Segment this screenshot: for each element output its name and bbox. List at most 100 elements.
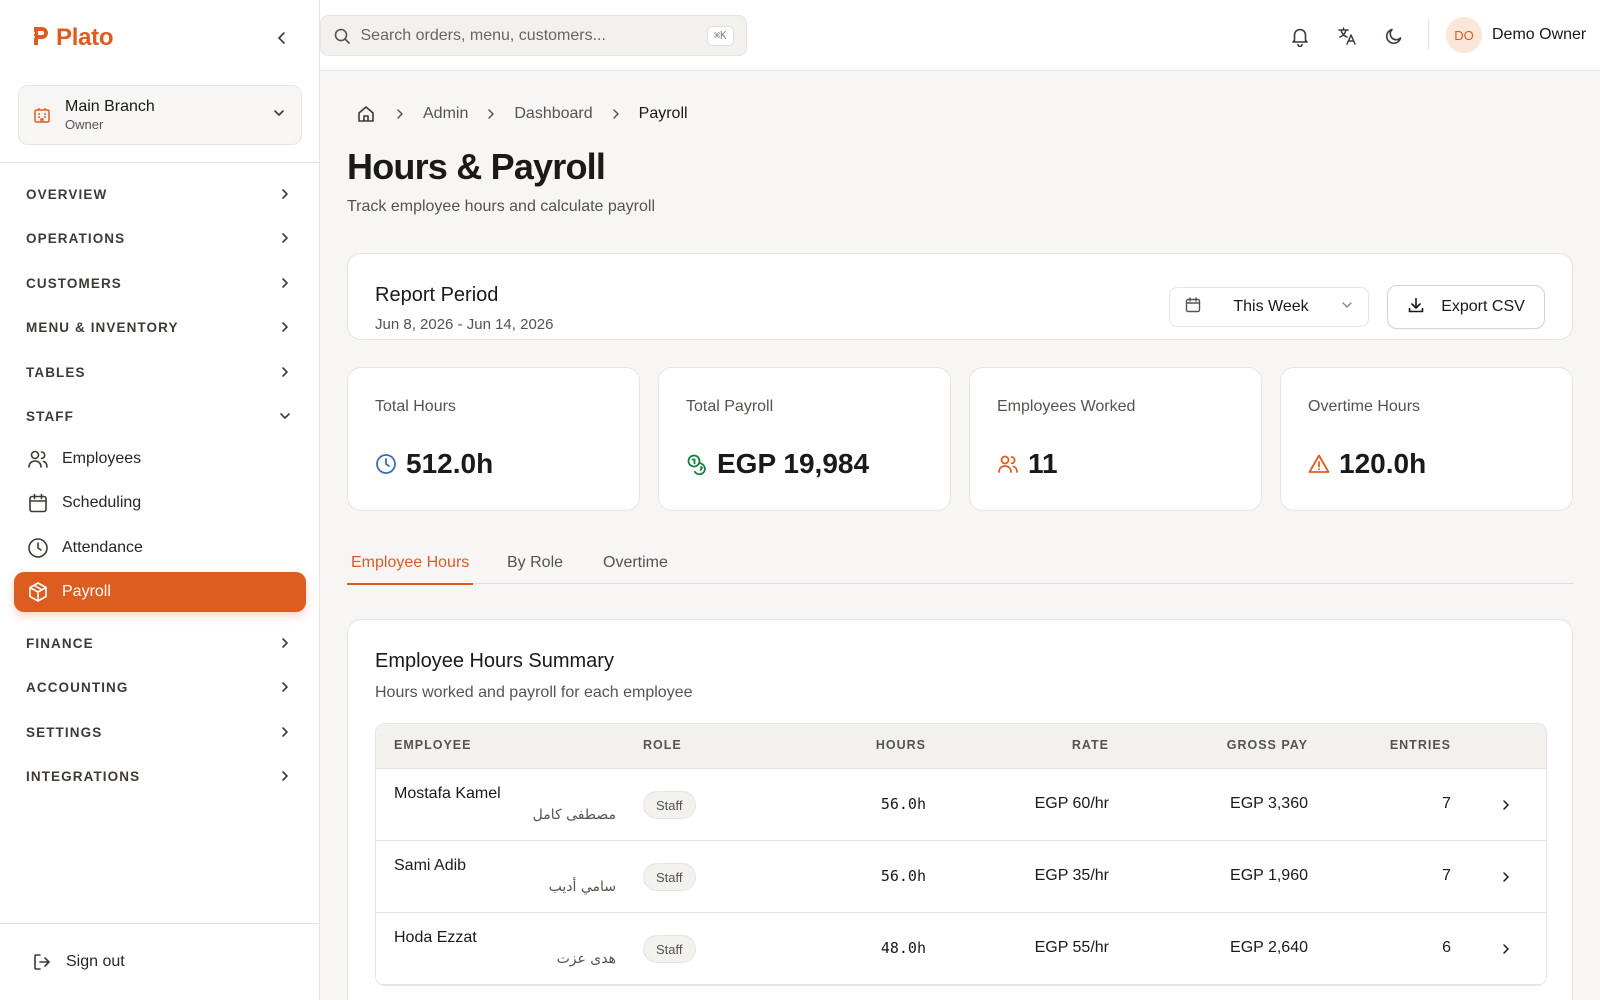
home-icon[interactable] [355, 103, 377, 125]
nav-section-menu-inventory[interactable]: MENU & INVENTORY [14, 307, 306, 347]
entries-value: 6 [1442, 939, 1451, 956]
entries-value: 7 [1442, 795, 1451, 812]
report-period-range: Jun 8, 2026 - Jun 14, 2026 [375, 316, 554, 333]
chevron-right-icon[interactable] [1496, 867, 1516, 887]
user-name: Demo Owner [1492, 26, 1587, 43]
role-badge: Staff [643, 863, 696, 891]
tab-by-role[interactable]: By Role [503, 542, 567, 584]
translate-icon [1338, 27, 1356, 45]
period-select-value: This Week [1233, 298, 1309, 315]
period-select[interactable]: This Week [1169, 287, 1369, 327]
collapse-sidebar-button[interactable] [270, 26, 294, 50]
column-employee: EMPLOYEE [394, 738, 472, 752]
nav-section-tables[interactable]: TABLES [14, 352, 306, 392]
table-row[interactable]: Sami Adib سامي أديب Staff 56.0h EGP 35/h… [376, 841, 1546, 913]
download-icon [1407, 296, 1425, 319]
chevron-right-icon [276, 274, 294, 292]
notifications-button[interactable] [1288, 24, 1312, 48]
report-period-title: Report Period [375, 284, 499, 306]
stat-value: 11 [1028, 448, 1058, 479]
tabs: Employee Hours By Role Overtime [347, 542, 1573, 585]
page-subtitle: Track employee hours and calculate payro… [347, 198, 656, 215]
nav-section-overview[interactable]: OVERVIEW [14, 174, 306, 214]
clock-icon [375, 453, 397, 475]
employee-name: Sami Adib [394, 857, 467, 874]
branch-selector[interactable]: Main Branch Owner [18, 85, 302, 145]
clock-icon [26, 536, 50, 560]
user-menu[interactable]: DO Demo Owner [1446, 17, 1586, 53]
users-icon [997, 453, 1019, 475]
chevron-right-icon [276, 767, 294, 785]
sidebar-item-attendance[interactable]: Attendance [14, 528, 306, 568]
tab-overtime[interactable]: Overtime [599, 542, 672, 584]
search-shortcut: ⌘K [706, 25, 734, 46]
table-row[interactable]: Mostafa Kamel مصطفى كامل Staff 56.0h EGP… [376, 769, 1546, 841]
table-row[interactable]: Hoda Ezzat هدى عزت Staff 48.0h EGP 55/hr… [376, 913, 1546, 985]
gross-pay-value: EGP 2,640 [1230, 939, 1308, 956]
sidebar-item-payroll[interactable]: Payroll [14, 572, 306, 612]
nav-section-label: INTEGRATIONS [26, 768, 141, 784]
hours-value: 56.0h [880, 867, 926, 885]
nav-section-finance[interactable]: FINANCE [14, 623, 306, 663]
breadcrumb: Admin Dashboard Payroll [355, 100, 688, 128]
nav-section-label: ACCOUNTING [26, 679, 129, 695]
chevron-right-icon [276, 634, 294, 652]
nav-section-label: SETTINGS [26, 724, 103, 740]
employee-name-arabic: مصطفى كامل [532, 807, 616, 823]
users-icon [26, 447, 50, 471]
nav-section-staff[interactable]: STAFF [14, 396, 306, 436]
breadcrumb-admin[interactable]: Admin [423, 105, 468, 123]
column-role: ROLE [643, 738, 682, 752]
stat-card-total-hours: Total Hours 512.0h [347, 367, 640, 511]
nav-section-label: CUSTOMERS [26, 275, 122, 291]
export-csv-button[interactable]: Export CSV [1387, 285, 1545, 329]
theme-toggle-button[interactable] [1382, 24, 1406, 48]
sign-out-button[interactable]: Sign out [18, 942, 137, 982]
hours-value: 48.0h [880, 939, 926, 957]
language-button[interactable] [1335, 24, 1359, 48]
table-header: EMPLOYEE ROLE HOURS RATE GROSS PAY ENTRI… [376, 724, 1546, 769]
tab-employee-hours[interactable]: Employee Hours [347, 542, 474, 585]
rate-value: EGP 35/hr [1034, 867, 1109, 884]
chevron-right-icon [276, 723, 294, 741]
chevron-right-icon [605, 103, 627, 125]
employee-name-arabic: هدى عزت [556, 951, 616, 967]
stat-label: Overtime Hours [1308, 398, 1421, 415]
nav-section-integrations[interactable]: INTEGRATIONS [14, 756, 306, 796]
stat-label: Total Hours [375, 398, 456, 415]
chevron-right-icon [276, 185, 294, 203]
search-box[interactable]: ⌘K [319, 15, 747, 56]
avatar: DO [1446, 17, 1482, 53]
search-icon [333, 27, 351, 45]
breadcrumb-dashboard[interactable]: Dashboard [514, 105, 592, 123]
nav-section-operations[interactable]: OPERATIONS [14, 218, 306, 258]
chevron-right-icon [389, 103, 411, 125]
chevron-right-icon[interactable] [1496, 795, 1516, 815]
column-hours: HOURS [875, 738, 926, 752]
stat-value: EGP 19,984 [717, 448, 870, 479]
summary-subtitle: Hours worked and payroll for each employ… [375, 684, 693, 701]
summary-title: Employee Hours Summary [375, 650, 614, 672]
page-title: Hours & Payroll [347, 146, 606, 187]
chevron-down-icon [271, 105, 287, 126]
nav-section-accounting[interactable]: ACCOUNTING [14, 667, 306, 707]
export-csv-label: Export CSV [1441, 298, 1525, 315]
brand-logo[interactable]: Plato [28, 22, 113, 54]
sign-out-label: Sign out [66, 953, 125, 970]
search-input[interactable] [360, 26, 707, 45]
stat-card-overtime-hours: Overtime Hours 120.0h [1280, 367, 1573, 511]
calendar-icon [26, 491, 50, 515]
stat-value: 512.0h [406, 448, 494, 479]
sidebar-item-scheduling[interactable]: Scheduling [14, 483, 306, 523]
chevron-right-icon [480, 103, 502, 125]
sidebar-item-employees[interactable]: Employees [14, 439, 306, 479]
chevron-down-icon [276, 407, 294, 425]
hours-value: 56.0h [880, 795, 926, 813]
chevron-right-icon [276, 318, 294, 336]
chevron-right-icon[interactable] [1496, 939, 1516, 959]
nav-section-settings[interactable]: SETTINGS [14, 712, 306, 752]
chevron-right-icon [276, 229, 294, 247]
sidebar-item-label: Payroll [62, 583, 111, 600]
nav-section-customers[interactable]: CUSTOMERS [14, 263, 306, 303]
bell-icon [1292, 28, 1308, 47]
